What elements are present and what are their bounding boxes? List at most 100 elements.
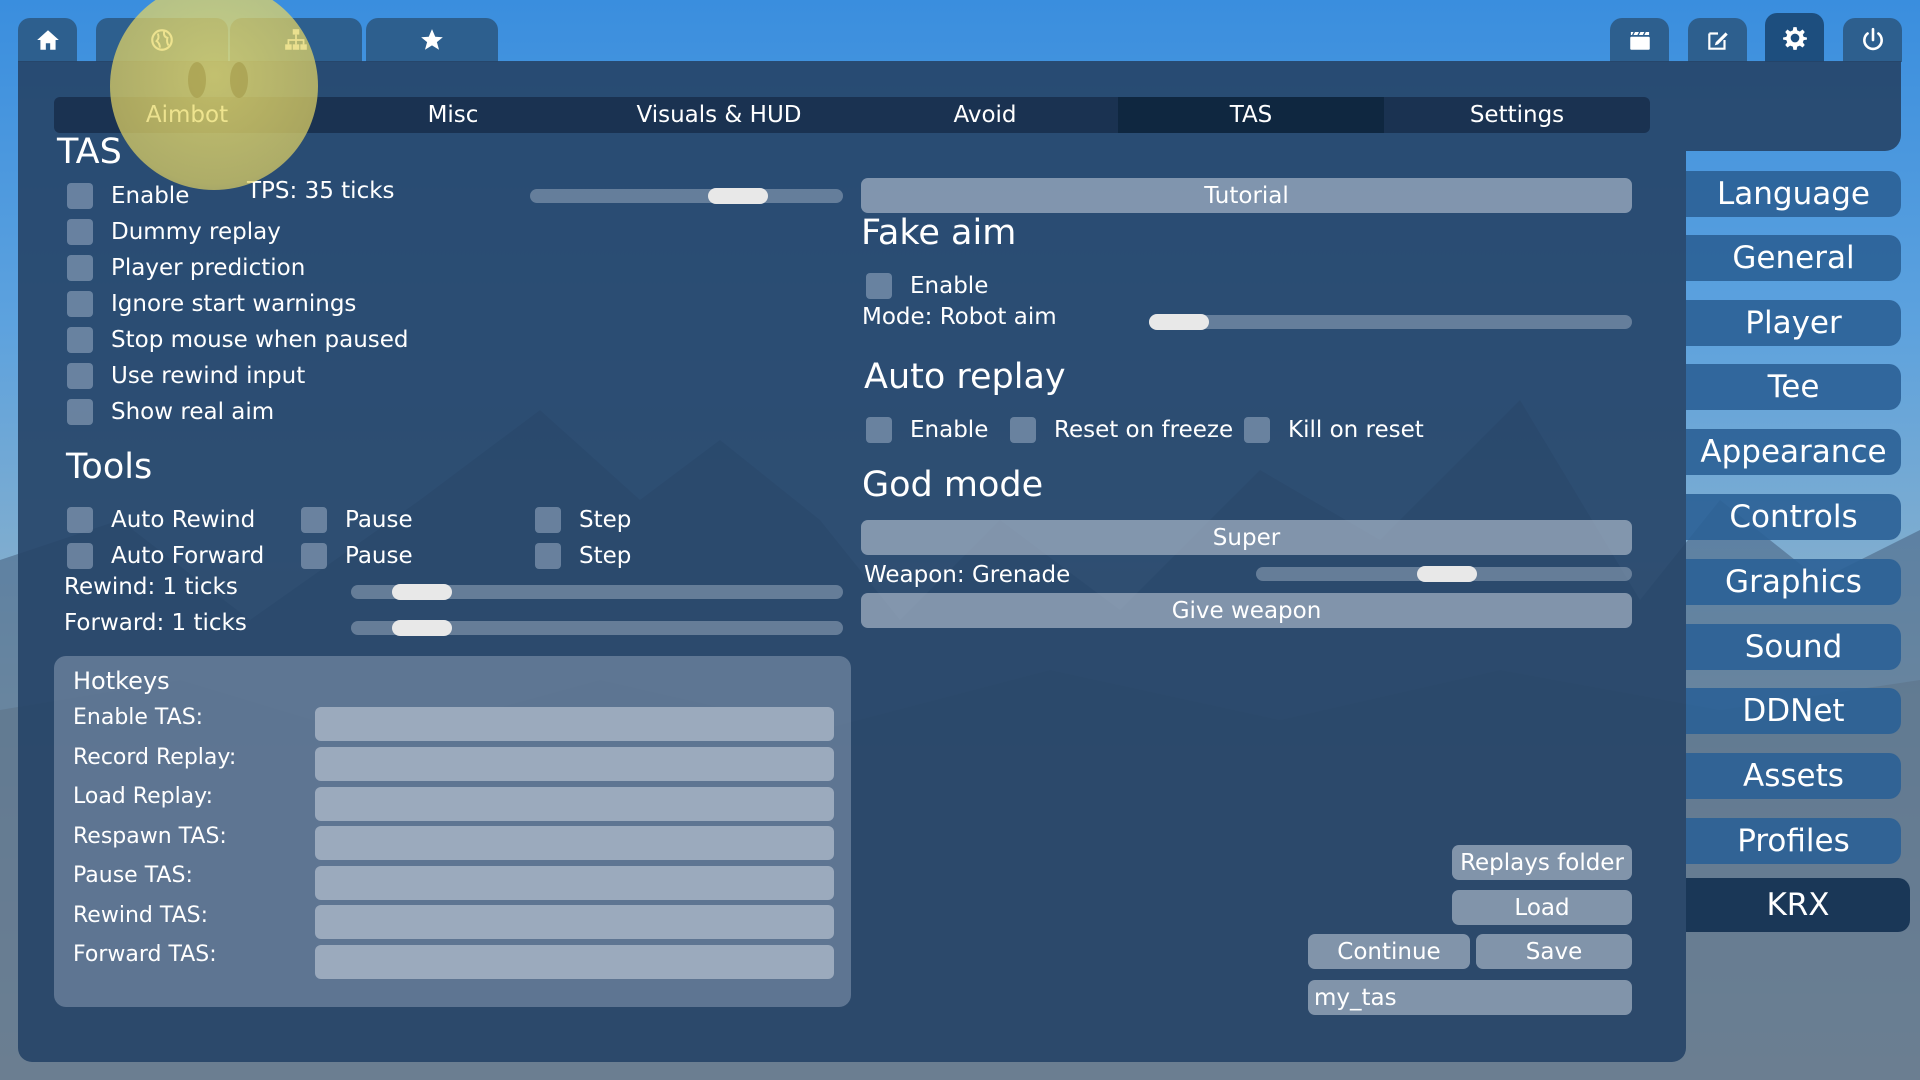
checkbox-box[interactable] [67,219,93,245]
hotkeys-title: Hotkeys [73,667,170,695]
weapon-slider[interactable] [1256,566,1632,582]
checkbox-box[interactable] [67,183,93,209]
menu-graphics[interactable]: Graphics [1686,559,1901,605]
auto-replay-enable-checkbox[interactable]: Enable [866,417,988,443]
hotkey-input-respawn-tas[interactable] [315,826,834,860]
checkbox-box[interactable] [866,273,892,299]
checkbox-label: Show real aim [111,399,275,425]
hotkey-label-rewind-tas: Rewind TAS: [73,903,208,928]
checkbox-box[interactable] [866,417,892,443]
menu-appearance[interactable]: Appearance [1686,429,1901,475]
rewind-ticks-slider[interactable] [351,584,843,600]
smiley-eye [188,62,206,98]
stop-mouse-checkbox[interactable]: Stop mouse when paused [67,327,409,353]
checkbox-box[interactable] [67,363,93,389]
checkbox-box[interactable] [301,507,327,533]
tutorial-button[interactable]: Tutorial [861,178,1632,213]
checkbox-label: Stop mouse when paused [111,327,409,353]
use-rewind-input-checkbox[interactable]: Use rewind input [67,363,305,389]
settings-button[interactable] [1765,13,1824,62]
give-weapon-button[interactable]: Give weapon [861,593,1632,628]
rewind-pause-checkbox[interactable]: Pause [301,507,413,533]
reset-on-freeze-checkbox[interactable]: Reset on freeze [1010,417,1233,443]
quit-button[interactable] [1843,18,1902,62]
checkbox-box[interactable] [67,291,93,317]
star-icon [421,29,443,50]
tab-settings[interactable]: Settings [1384,97,1650,133]
fake-aim-mode-slider[interactable] [1149,314,1632,330]
load-button[interactable]: Load [1452,890,1632,925]
menu-general[interactable]: General [1686,235,1901,281]
tas-title: TAS [57,132,122,172]
favorites-tab-button[interactable] [366,18,498,62]
menu-ddnet[interactable]: DDNet [1686,688,1901,734]
hotkey-input-load-replay[interactable] [315,787,834,821]
forward-ticks-slider[interactable] [351,620,843,636]
slider-knob[interactable] [392,584,452,600]
checkbox-box[interactable] [67,399,93,425]
slider-knob[interactable] [1417,566,1477,582]
hotkey-label-pause-tas: Pause TAS: [73,863,193,888]
hotkey-input-rewind-tas[interactable] [315,905,834,939]
checkbox-label: Auto Rewind [111,507,256,533]
fake-aim-mode-label: Mode: Robot aim [862,304,1057,330]
checkbox-box[interactable] [67,255,93,281]
menu-assets[interactable]: Assets [1686,753,1901,799]
tab-tas[interactable]: TAS [1118,97,1384,133]
rewind-step-checkbox[interactable]: Step [535,507,631,533]
slider-knob[interactable] [392,620,452,636]
tab-misc[interactable]: Misc [320,97,586,133]
continue-button[interactable]: Continue [1308,934,1470,969]
save-button[interactable]: Save [1476,934,1632,969]
slider-knob[interactable] [1149,314,1209,330]
hotkey-label-enable-tas: Enable TAS: [73,705,204,730]
player-prediction-checkbox[interactable]: Player prediction [67,255,305,281]
checkbox-box[interactable] [535,507,561,533]
checkbox-label: Dummy replay [111,219,281,245]
checkbox-box[interactable] [535,543,561,569]
replays-folder-button[interactable]: Replays folder [1452,845,1632,880]
checkbox-box[interactable] [1010,417,1036,443]
checkbox-label: Step [579,543,632,569]
checkbox-box[interactable] [301,543,327,569]
checkbox-box[interactable] [67,507,93,533]
menu-controls[interactable]: Controls [1686,494,1901,540]
kill-on-reset-checkbox[interactable]: Kill on reset [1244,417,1424,443]
menu-profiles[interactable]: Profiles [1686,818,1901,864]
replay-name-input[interactable]: my_tas [1308,980,1632,1015]
tab-avoid[interactable]: Avoid [852,97,1118,133]
tas-enable-checkbox[interactable]: Enable [67,183,189,209]
editor-button[interactable] [1688,18,1747,62]
checkbox-box[interactable] [67,543,93,569]
tab-visuals-hud[interactable]: Visuals & HUD [586,97,852,133]
ignore-start-warnings-checkbox[interactable]: Ignore start warnings [67,291,356,317]
rewind-ticks-label: Rewind: 1 ticks [64,574,238,600]
hotkey-input-pause-tas[interactable] [315,866,834,900]
menu-player[interactable]: Player [1686,300,1901,346]
hotkey-input-forward-tas[interactable] [315,945,834,979]
hotkey-input-enable-tas[interactable] [315,707,834,741]
menu-tee[interactable]: Tee [1686,364,1901,410]
weapon-label: Weapon: Grenade [864,562,1071,588]
menu-sound[interactable]: Sound [1686,624,1901,670]
checkbox-label: Enable [111,183,190,209]
slider-knob[interactable] [708,188,768,204]
checkbox-box[interactable] [1244,417,1270,443]
forward-pause-checkbox[interactable]: Pause [301,543,413,569]
super-button[interactable]: Super [861,520,1632,555]
show-real-aim-checkbox[interactable]: Show real aim [67,399,274,425]
dummy-replay-checkbox[interactable]: Dummy replay [67,219,281,245]
demos-button[interactable] [1610,18,1669,62]
forward-step-checkbox[interactable]: Step [535,543,631,569]
hotkey-input-record-replay[interactable] [315,747,834,781]
menu-language[interactable]: Language [1686,171,1901,217]
home-button[interactable] [18,18,77,62]
auto-rewind-checkbox[interactable]: Auto Rewind [67,507,255,533]
checkbox-box[interactable] [67,327,93,353]
god-mode-title: God mode [862,465,1044,505]
tps-slider[interactable] [530,188,843,204]
home-icon [36,30,59,50]
menu-krx[interactable]: KRX [1686,878,1910,932]
fake-aim-enable-checkbox[interactable]: Enable [866,273,988,299]
auto-forward-checkbox[interactable]: Auto Forward [67,543,264,569]
